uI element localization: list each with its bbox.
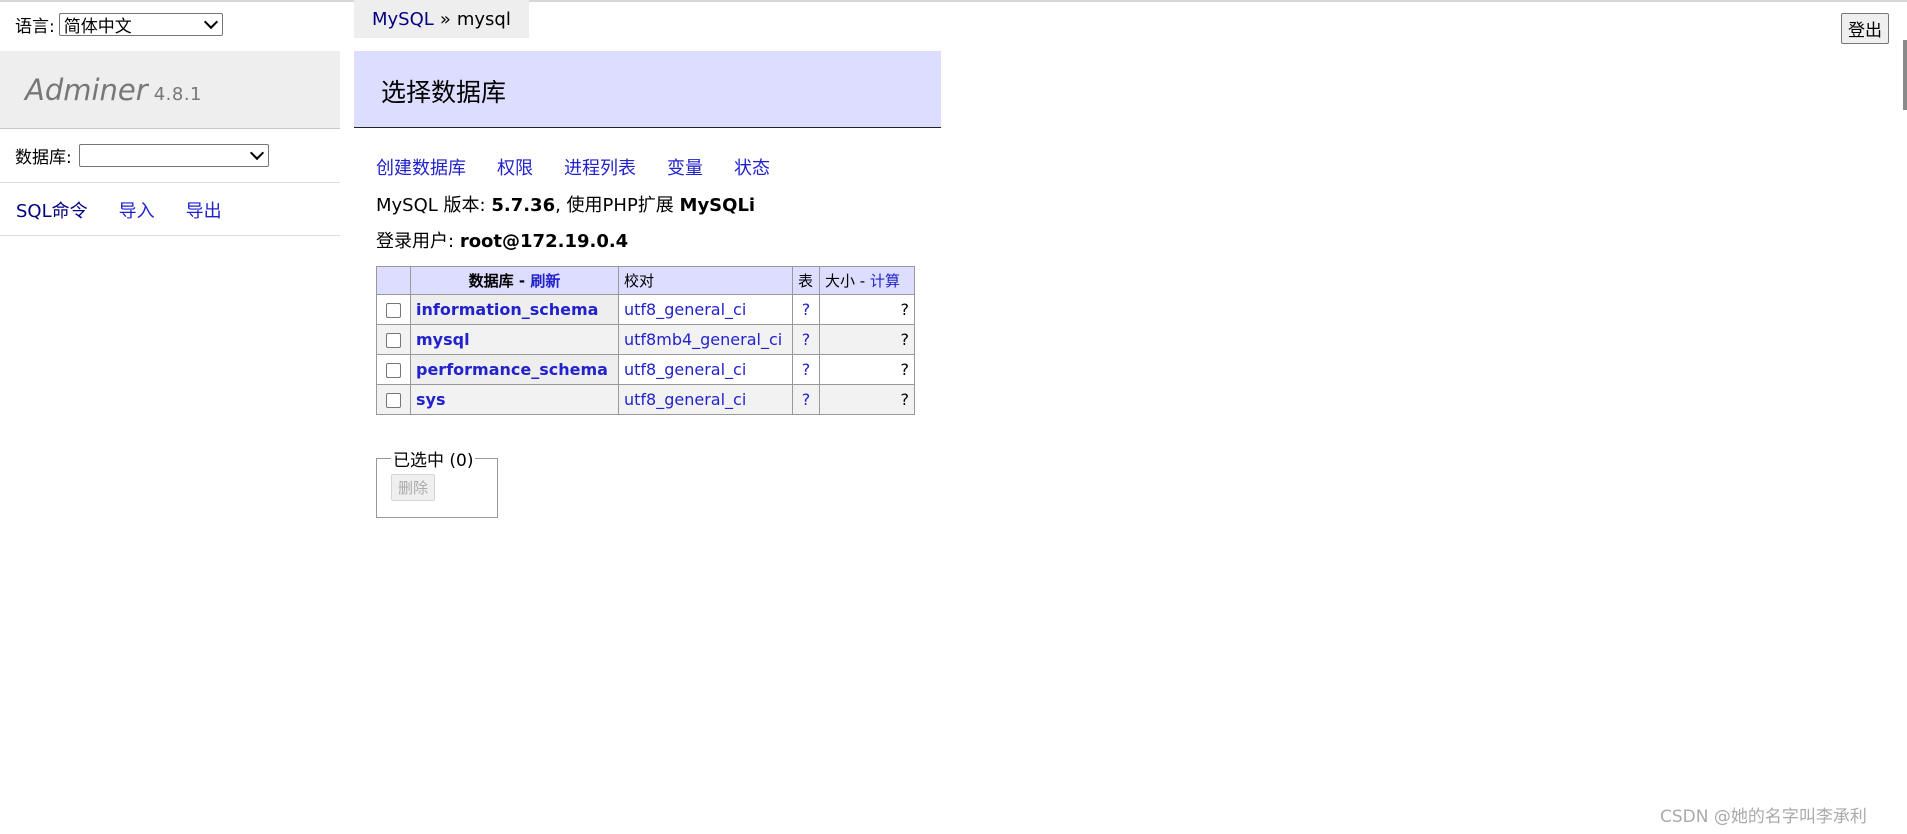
app-logo[interactable]: Adminer 4.8.1 [25, 73, 202, 107]
row-checkbox-cell [376, 324, 411, 355]
sidebar-nav: SQL命令 导入 导出 [16, 197, 222, 223]
database-select[interactable] [78, 144, 269, 167]
language-select-value: 简体中文 [63, 17, 132, 37]
scrollbar-edge [1903, 40, 1907, 110]
size-cell: ? [819, 324, 915, 355]
database-link[interactable]: sys [416, 390, 445, 409]
tables-link[interactable]: ? [802, 360, 811, 379]
chevron-down-icon [249, 145, 264, 161]
table-row: sys utf8_general_ci?? [376, 384, 915, 415]
mysql-version: 5.7.36 [491, 195, 556, 216]
database-header-label: 数据库 [468, 272, 514, 290]
privileges-link[interactable]: 权限 [497, 154, 533, 180]
collation-cell: utf8mb4_general_ci [618, 324, 793, 355]
database-column-header: 数据库 - 刷新 [410, 266, 619, 295]
app-version: 4.8.1 [153, 84, 203, 105]
header-dash: - [518, 272, 526, 290]
top-border [0, 0, 1907, 2]
database-name-cell: information_schema [410, 294, 619, 325]
collation-cell: utf8_general_ci [618, 354, 793, 385]
database-name-cell: mysql [410, 324, 619, 355]
row-checkbox-cell [376, 354, 411, 385]
action-links: 创建数据库 权限 进程列表 变量 状态 [376, 154, 770, 180]
import-link[interactable]: 导入 [119, 197, 155, 223]
database-link[interactable]: information_schema [416, 300, 598, 319]
breadcrumb-current: mysql [456, 8, 511, 30]
breadcrumb: MySQL » mysql [354, 0, 529, 38]
processlist-link[interactable]: 进程列表 [564, 154, 636, 180]
version-label: MySQL 版本: [376, 195, 486, 216]
row-checkbox[interactable] [386, 333, 401, 348]
database-link[interactable]: performance_schema [416, 360, 608, 379]
collation-link[interactable]: utf8_general_ci [624, 360, 746, 379]
chevron-down-icon [203, 14, 218, 30]
selection-fieldset: 已选中 (0) 删除 [376, 446, 498, 518]
language-label: 语言: [15, 17, 55, 37]
export-link[interactable]: 导出 [186, 197, 222, 223]
status-link[interactable]: 状态 [734, 154, 770, 180]
size-cell: ? [819, 354, 915, 385]
tables-link[interactable]: ? [802, 300, 811, 319]
collation-cell: utf8_general_ci [618, 384, 793, 415]
version-info: MySQL 版本: 5.7.36, 使用PHP扩展 MySQLi [376, 191, 755, 217]
php-extension: MySQLi [679, 195, 756, 216]
collation-link[interactable]: utf8mb4_general_ci [624, 330, 782, 349]
page-title: 选择数据库 [381, 78, 507, 107]
header-dash: - [859, 272, 866, 290]
selection-legend: 已选中 (0) [393, 451, 474, 471]
database-link[interactable]: mysql [416, 330, 470, 349]
collation-cell: utf8_general_ci [618, 294, 793, 325]
collation-link[interactable]: utf8_general_ci [624, 300, 746, 319]
user-label: 登录用户: [376, 231, 455, 252]
sql-command-link[interactable]: SQL命令 [16, 197, 88, 223]
table-row: mysql utf8mb4_general_ci?? [376, 324, 915, 355]
row-checkbox[interactable] [386, 303, 401, 318]
logout-button[interactable]: 登出 [1841, 13, 1889, 44]
tables-column-header: 表 [792, 266, 820, 295]
sidebar-divider [0, 235, 340, 236]
create-database-link[interactable]: 创建数据库 [376, 154, 466, 180]
size-cell: ? [819, 384, 915, 415]
extension-label: , 使用PHP扩展 [555, 195, 674, 216]
select-all-cell [376, 266, 411, 295]
language-select[interactable]: 简体中文 [58, 13, 223, 37]
collation-link[interactable]: utf8_general_ci [624, 390, 746, 409]
table-row: performance_schema utf8_general_ci?? [376, 354, 915, 385]
app-name[interactable]: Adminer [25, 73, 148, 107]
compute-size-link[interactable]: 计算 [870, 272, 900, 290]
breadcrumb-separator: » [439, 8, 451, 30]
table-header-row: 数据库 - 刷新 校对 表 大小 - 计算 [376, 266, 915, 295]
breadcrumb-root[interactable]: MySQL [372, 9, 434, 30]
collation-column-header: 校对 [618, 266, 793, 295]
sidebar-divider [0, 182, 340, 183]
row-checkbox-cell [376, 384, 411, 415]
size-column-header: 大小 - 计算 [819, 266, 915, 295]
database-label: 数据库: [15, 148, 72, 168]
language-switcher: 语言: 简体中文 [15, 12, 223, 37]
database-name-cell: sys [410, 384, 619, 415]
row-checkbox[interactable] [386, 363, 401, 378]
tables-cell: ? [792, 354, 820, 385]
row-checkbox[interactable] [386, 393, 401, 408]
database-selector: 数据库: [15, 143, 269, 168]
tables-link[interactable]: ? [802, 390, 811, 409]
tables-cell: ? [792, 384, 820, 415]
refresh-link[interactable]: 刷新 [530, 272, 560, 290]
table-row: information_schema utf8_general_ci?? [376, 294, 915, 325]
database-name-cell: performance_schema [410, 354, 619, 385]
page-header: 选择数据库 [354, 51, 941, 128]
databases-table: 数据库 - 刷新 校对 表 大小 - 计算 information_schema… [376, 266, 915, 415]
variables-link[interactable]: 变量 [667, 154, 703, 180]
tables-cell: ? [792, 324, 820, 355]
delete-button[interactable]: 删除 [391, 474, 436, 501]
login-user: root@172.19.0.4 [459, 231, 629, 252]
row-checkbox-cell [376, 294, 411, 325]
tables-link[interactable]: ? [802, 330, 811, 349]
size-header-label: 大小 [825, 272, 856, 290]
login-info: 登录用户: root@172.19.0.4 [376, 227, 628, 253]
size-cell: ? [819, 294, 915, 325]
logo-panel: Adminer 4.8.1 [0, 51, 340, 129]
tables-cell: ? [792, 294, 820, 325]
watermark: CSDN @她的名字叫李承利 [1660, 807, 1867, 827]
